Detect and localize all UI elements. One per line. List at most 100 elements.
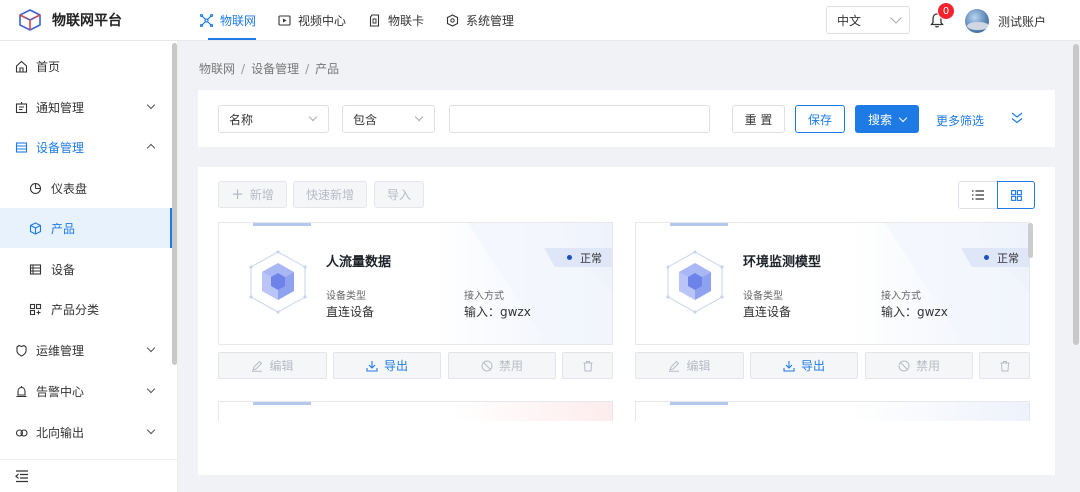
card-title[interactable]: 环境监测模型 xyxy=(743,251,821,270)
card-accent-line xyxy=(253,223,311,226)
access-method-value: 输入：gwzx xyxy=(881,305,948,319)
list-view-button[interactable] xyxy=(959,182,997,208)
sidebar-scrollbar[interactable] xyxy=(172,43,177,365)
device-type-label: 设备类型 xyxy=(743,291,783,302)
user-name[interactable]: 测试账户 xyxy=(998,13,1046,30)
sidebar-item-notice[interactable]: 通知管理 xyxy=(0,87,172,127)
export-button[interactable]: 导出 xyxy=(750,352,858,379)
export-button-label: 导出 xyxy=(383,359,408,373)
breadcrumb-item[interactable]: 物联网 xyxy=(199,62,235,76)
notification-badge: 0 xyxy=(937,2,955,20)
sidebar-item-category[interactable]: 产品分类 xyxy=(0,289,172,329)
device-type-value: 直连设备 xyxy=(326,305,375,319)
topnav-iot[interactable]: 物联网 xyxy=(200,0,257,41)
avatar[interactable] xyxy=(965,9,989,33)
import-button[interactable]: 导入 xyxy=(374,181,424,208)
disable-icon xyxy=(898,360,910,371)
iot-grid-icon xyxy=(200,14,213,27)
settings-cube-icon xyxy=(446,14,459,27)
card-accent-line xyxy=(670,402,728,405)
notice-icon xyxy=(15,101,28,113)
chevron-down-icon xyxy=(890,12,902,24)
sidebar-item-output[interactable]: 北向输出 xyxy=(0,412,172,452)
delete-button[interactable] xyxy=(562,352,613,379)
disable-button[interactable]: 禁用 xyxy=(865,352,973,379)
cards-scrollbar[interactable] xyxy=(1028,223,1033,258)
chevron-down-icon xyxy=(308,112,318,122)
product-cube-icon xyxy=(249,250,307,314)
sidebar-item-product[interactable]: 产品 xyxy=(0,208,172,248)
device-manage-icon xyxy=(15,141,28,153)
ops-icon xyxy=(16,344,27,357)
edit-button[interactable]: 编辑 xyxy=(635,352,744,379)
top-header: 物联网平台 物联网 视频中心 物联卡 系统管理 中文 0 测试账户 xyxy=(0,0,1080,41)
view-toggle xyxy=(958,181,1035,209)
video-icon xyxy=(278,15,291,26)
language-select[interactable]: 中文 xyxy=(826,6,910,34)
product-card[interactable]: 环境监测模型 正常 设备类型 直连设备 接入方式 输入：gwzx xyxy=(635,222,1030,345)
double-chevron-down-icon[interactable] xyxy=(1010,110,1024,126)
category-icon xyxy=(29,303,42,315)
sidebar-item-alarm[interactable]: 告警中心 xyxy=(0,371,172,411)
topnav-video[interactable]: 视频中心 xyxy=(278,0,346,41)
device-type-label: 设备类型 xyxy=(326,291,366,302)
delete-button[interactable] xyxy=(979,352,1030,379)
pencil-icon xyxy=(252,360,263,372)
more-filter-link[interactable]: 更多筛选 xyxy=(936,112,984,129)
logo-cube-icon xyxy=(19,9,41,31)
filter-field-select[interactable]: 名称 xyxy=(218,105,329,133)
edit-button[interactable]: 编辑 xyxy=(218,352,327,379)
quick-add-button[interactable]: 快速新增 xyxy=(293,181,367,208)
product-card[interactable] xyxy=(635,401,1030,421)
card-title[interactable]: 人流量数据 xyxy=(326,251,391,270)
chevron-down-icon xyxy=(898,113,908,122)
disable-button-label: 禁用 xyxy=(498,359,523,373)
filter-value-input[interactable] xyxy=(449,105,710,133)
save-button[interactable]: 保存 xyxy=(795,105,845,133)
reset-button[interactable]: 重 置 xyxy=(732,105,785,133)
sidebar-item-label: 运维管理 xyxy=(36,343,85,358)
add-button[interactable]: + 新增 xyxy=(218,181,287,208)
access-method-value: 输入：gwzx xyxy=(464,305,531,319)
chevron-down-icon xyxy=(146,343,156,353)
sidebar: 首页 通知管理 设备管理 仪表盘 产品 设备 产品分类 运维管理 告警中心 北向… xyxy=(0,41,178,492)
topnav-simcard-label: 物联卡 xyxy=(388,14,425,28)
top-nav: 物联网 视频中心 物联卡 系统管理 xyxy=(200,0,536,41)
export-button-label: 导出 xyxy=(800,359,825,373)
download-icon xyxy=(366,360,378,372)
chevron-down-icon xyxy=(146,100,156,110)
export-button[interactable]: 导出 xyxy=(333,352,441,379)
language-value: 中文 xyxy=(837,13,862,28)
logo[interactable]: 物联网平台 xyxy=(18,9,122,31)
status-dot xyxy=(984,255,989,260)
search-button-label: 搜索 xyxy=(867,112,892,127)
access-method-label: 接入方式 xyxy=(464,291,504,302)
menu-collapse-icon[interactable] xyxy=(15,469,29,483)
breadcrumb-item[interactable]: 设备管理 xyxy=(251,62,299,76)
status-text: 正常 xyxy=(997,251,1019,265)
product-card[interactable]: 人流量数据 正常 设备类型 直连设备 接入方式 输入：gwzx xyxy=(218,222,613,345)
card-view-button[interactable] xyxy=(997,181,1035,209)
topnav-system[interactable]: 系统管理 xyxy=(446,0,514,41)
sidebar-item-dashboard[interactable]: 仪表盘 xyxy=(0,168,172,208)
sidebar-item-label: 北向输出 xyxy=(36,425,85,440)
status-badge: 正常 xyxy=(544,248,612,267)
sidebar-item-home[interactable]: 首页 xyxy=(0,46,172,86)
filter-operator-select[interactable]: 包含 xyxy=(342,105,435,133)
sidebar-item-label: 设备 xyxy=(51,262,76,277)
list-icon xyxy=(972,190,984,200)
product-card[interactable] xyxy=(218,401,613,421)
card-accent-line xyxy=(670,223,728,226)
disable-button-label: 禁用 xyxy=(915,359,940,373)
sidebar-item-device[interactable]: 设备 xyxy=(0,249,172,289)
sidebar-item-device-manage[interactable]: 设备管理 xyxy=(0,127,172,167)
alarm-icon xyxy=(16,385,27,397)
topnav-simcard[interactable]: 物联卡 xyxy=(368,0,424,41)
sidebar-footer xyxy=(0,459,178,492)
sidebar-item-label: 产品分类 xyxy=(51,302,100,317)
search-button[interactable]: 搜索 xyxy=(855,105,919,133)
sidebar-item-ops[interactable]: 运维管理 xyxy=(0,330,172,370)
page-scrollbar[interactable] xyxy=(1073,44,1079,345)
disable-button[interactable]: 禁用 xyxy=(448,352,556,379)
status-text: 正常 xyxy=(580,251,602,265)
